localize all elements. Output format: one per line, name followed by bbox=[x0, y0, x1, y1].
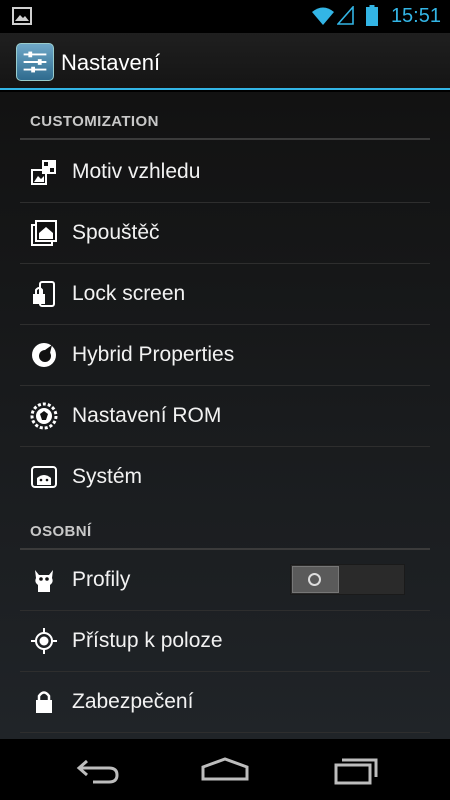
status-clock: 15:51 bbox=[390, 5, 441, 27]
settings-item-label: Zabezpečení bbox=[72, 690, 194, 713]
settings-list[interactable]: CUSTOMIZATION Motiv vzhledu Spouštěč Loc… bbox=[0, 92, 450, 739]
settings-item-label: Profily bbox=[72, 568, 131, 591]
settings-item-label: Hybrid Properties bbox=[72, 343, 235, 366]
section-header-label: OSOBNÍ bbox=[30, 523, 92, 540]
wifi-icon bbox=[312, 7, 334, 25]
settings-item-rom-settings[interactable]: Nastavení ROM bbox=[20, 386, 430, 447]
profiles-toggle[interactable] bbox=[290, 564, 405, 595]
settings-item-label: Nastavení ROM bbox=[72, 404, 222, 427]
settings-item-lock-screen[interactable]: Lock screen bbox=[20, 264, 430, 325]
section-header-label: CUSTOMIZATION bbox=[30, 113, 159, 130]
location-icon bbox=[31, 628, 57, 654]
hybrid-icon bbox=[32, 343, 56, 367]
section-header-customization: CUSTOMIZATION bbox=[20, 92, 430, 140]
settings-item-label: Spouštěč bbox=[72, 221, 160, 244]
home-icon[interactable] bbox=[200, 753, 250, 787]
settings-item-system[interactable]: Systém bbox=[20, 447, 430, 508]
lock-screen-icon bbox=[33, 281, 55, 307]
theme-icon bbox=[31, 160, 56, 185]
settings-item-label: Systém bbox=[72, 465, 143, 488]
settings-item-theme[interactable]: Motiv vzhledu bbox=[20, 142, 430, 203]
rom-settings-icon bbox=[30, 402, 58, 430]
system-icon bbox=[31, 466, 57, 488]
section-header-personal: OSOBNÍ bbox=[20, 502, 430, 550]
settings-item-security[interactable]: Zabezpečení bbox=[20, 672, 430, 733]
toggle-thumb[interactable] bbox=[292, 566, 339, 593]
recents-icon[interactable] bbox=[330, 753, 380, 787]
status-bar: 15:51 bbox=[0, 0, 450, 33]
battery-icon bbox=[366, 5, 378, 26]
gallery-icon bbox=[12, 7, 32, 25]
profiles-icon bbox=[35, 570, 53, 592]
navigation-bar bbox=[0, 739, 450, 800]
settings-item-label: Přístup k poloze bbox=[72, 629, 223, 652]
settings-sliders-icon[interactable] bbox=[16, 43, 54, 81]
action-bar: Nastavení bbox=[0, 33, 450, 90]
settings-item-hybrid-properties[interactable]: Hybrid Properties bbox=[20, 325, 430, 386]
page-title: Nastavení bbox=[61, 50, 161, 75]
launcher-icon bbox=[31, 220, 57, 246]
back-icon[interactable] bbox=[73, 753, 123, 787]
settings-item-label: Motiv vzhledu bbox=[72, 160, 201, 183]
settings-item-profiles[interactable]: Profily bbox=[20, 550, 430, 611]
settings-item-location[interactable]: Přístup k poloze bbox=[20, 611, 430, 672]
lock-icon bbox=[36, 691, 52, 713]
settings-item-launcher[interactable]: Spouštěč bbox=[20, 203, 430, 264]
signal-icon bbox=[337, 6, 354, 25]
settings-item-label: Lock screen bbox=[72, 282, 186, 305]
